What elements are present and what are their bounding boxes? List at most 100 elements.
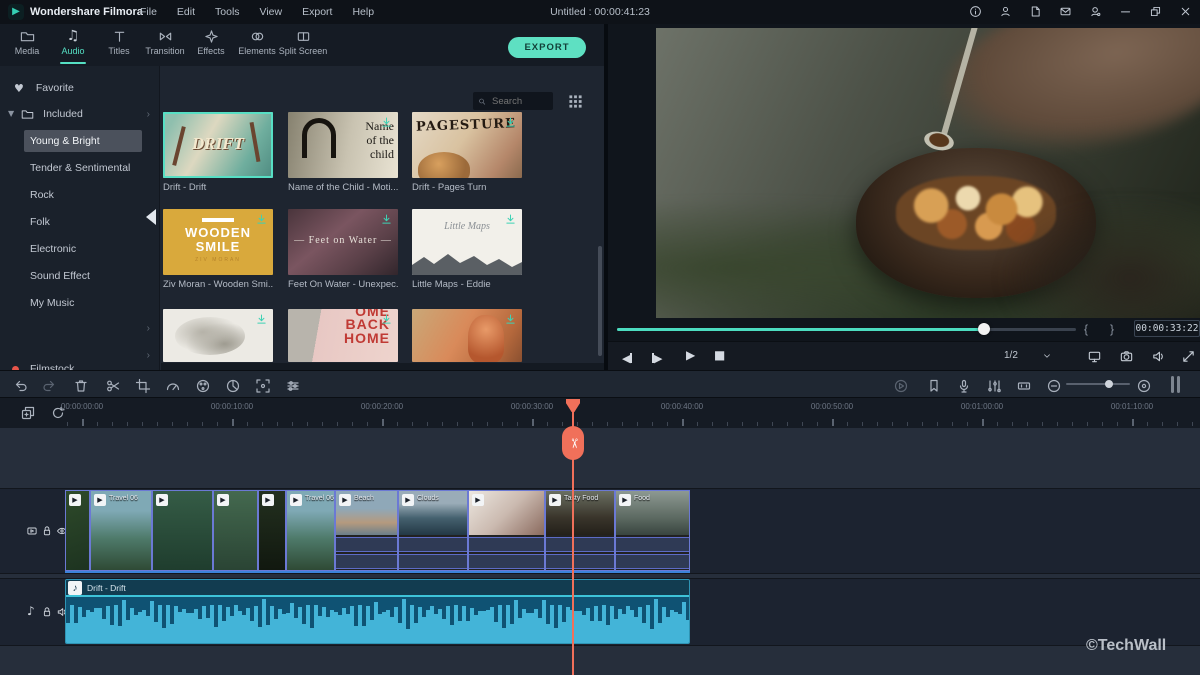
mark-out-icon[interactable]: } — [1110, 322, 1114, 336]
save-icon[interactable] — [1029, 3, 1042, 21]
video-clip-1[interactable]: ▶Travel 06 — [90, 490, 152, 571]
tab-media[interactable]: Media — [4, 24, 50, 66]
playhead-scissors-badge[interactable]: ✂ — [562, 426, 584, 460]
audio-card-1[interactable]: Nameof thechildName of the Child - Moti.… — [288, 112, 398, 193]
lock-icon[interactable] — [41, 606, 53, 618]
zoom-slider-knob[interactable] — [1105, 380, 1113, 388]
video-clip-0[interactable]: ▶ — [65, 490, 90, 571]
audio-card-5[interactable]: Little MapsLittle Maps - Eddie — [412, 209, 522, 290]
audio-clip-drift[interactable]: ♪ Drift - Drift — [65, 579, 690, 644]
info-icon[interactable] — [969, 3, 982, 21]
tab-split-screen[interactable]: Split Screen — [280, 24, 326, 66]
undo-icon[interactable] — [13, 377, 29, 393]
seek-knob[interactable] — [978, 323, 990, 335]
sidebar-item-tender-sentimental[interactable]: Tender & Sentimental — [24, 157, 142, 179]
crop-icon[interactable] — [135, 377, 151, 393]
video-clip-9[interactable]: ▶Tasty Food — [545, 490, 615, 571]
library-scrollbar[interactable] — [598, 246, 602, 356]
audio-card-0[interactable]: DRIFTDrift - Drift — [163, 112, 273, 193]
download-icon — [255, 313, 268, 326]
sidebar-item-included[interactable]: ▼ Included › — [0, 104, 160, 124]
support-icon[interactable] — [1089, 3, 1102, 21]
video-clip-10[interactable]: ▶Food — [615, 490, 690, 571]
color-icon[interactable] — [195, 377, 211, 393]
sidebar-item-sound-effect[interactable]: Sound Effect — [24, 265, 142, 287]
timeline-zoom-slider[interactable] — [1066, 383, 1130, 385]
audio-card-7[interactable]: OMEBACKHOME — [288, 309, 398, 362]
video-clip-8[interactable]: ▶ — [468, 490, 545, 571]
lock-icon[interactable] — [41, 525, 53, 537]
audio-card-4[interactable]: — Feet on Water —Feet On Water - Unexpec… — [288, 209, 398, 290]
delete-icon[interactable] — [73, 377, 89, 393]
speaker-icon[interactable] — [1151, 349, 1166, 364]
speed-icon[interactable] — [165, 377, 181, 393]
audio-card-8[interactable] — [412, 309, 522, 362]
audio-mixer-icon[interactable] — [986, 377, 1002, 393]
video-clip-4[interactable]: ▶ — [258, 490, 286, 571]
video-clip-5[interactable]: ▶Travel 06 — [286, 490, 335, 571]
video-clip-7[interactable]: ▶Clouds — [398, 490, 468, 571]
search-input[interactable] — [490, 95, 548, 108]
mark-in-icon[interactable]: { — [1084, 322, 1088, 336]
minimize-icon[interactable] — [1119, 3, 1132, 21]
tab-transition[interactable]: Transition — [142, 24, 188, 66]
video-clip-2[interactable]: ▶ — [152, 490, 213, 571]
preview-zoom-select[interactable]: 1/2 — [1004, 350, 1070, 361]
close-icon[interactable] — [1179, 3, 1192, 21]
zoom-fit-icon[interactable] — [1136, 377, 1152, 393]
render-preview-icon[interactable] — [893, 377, 909, 393]
chroma-key-icon[interactable] — [225, 377, 241, 393]
redo-icon[interactable] — [41, 377, 57, 393]
tab-elements[interactable]: Elements — [234, 24, 280, 66]
library-bottom-strip — [161, 363, 604, 370]
sidebar-item-rock[interactable]: Rock — [24, 184, 142, 206]
tab-audio[interactable]: ♫Audio — [50, 24, 96, 66]
snapshot-icon[interactable] — [1119, 349, 1134, 364]
record-voiceover-icon[interactable] — [956, 377, 972, 393]
ruler-label: 00:01:10:00 — [1111, 402, 1153, 411]
dual-monitor-icon[interactable] — [1087, 349, 1102, 364]
split-icon[interactable] — [105, 377, 121, 393]
timeline-ruler[interactable]: 00:00:00:0000:00:10:0000:00:20:0000:00:3… — [0, 398, 1200, 428]
feedback-icon[interactable] — [1059, 3, 1072, 21]
sidebar-item-folk[interactable]: Folk — [24, 211, 142, 233]
ruler-label: 00:00:40:00 — [661, 402, 703, 411]
video-track-baseline — [65, 571, 690, 573]
collapse-sidebar-handle[interactable] — [146, 209, 156, 225]
stop-icon[interactable]: ■ — [714, 349, 725, 361]
inout-icon[interactable] — [1016, 377, 1032, 393]
video-clip-3[interactable]: ▶ — [213, 490, 258, 571]
restore-icon[interactable] — [1149, 3, 1162, 21]
audio-card-6[interactable] — [163, 309, 273, 362]
account-icon[interactable] — [999, 3, 1012, 21]
sidebar-item-favorite[interactable]: ♥ Favorite — [0, 78, 160, 98]
fullscreen-icon[interactable] — [1181, 349, 1196, 364]
sidebar-item-electronic[interactable]: Electronic — [24, 238, 142, 260]
ruler-label: 00:01:00:00 — [961, 402, 1003, 411]
seek-bar[interactable] — [617, 328, 1076, 331]
ruler-label: 00:00:50:00 — [811, 402, 853, 411]
ruler-label: 00:00:30:00 — [511, 402, 553, 411]
audio-card-3[interactable]: WOODENSMILEZIV MORANZiv Moran - Wooden S… — [163, 209, 273, 290]
mark-icon[interactable] — [926, 377, 942, 393]
play-icon[interactable]: ▶ — [686, 349, 695, 361]
next-frame-icon[interactable]: ▶ — [652, 349, 662, 367]
sidebar-item-young-bright[interactable]: Young & Bright — [24, 130, 142, 152]
grid-view-icon[interactable] — [568, 94, 583, 109]
motion-track-icon[interactable] — [255, 377, 271, 393]
sidebar-item-my-music[interactable]: My Music — [24, 292, 142, 314]
preview-video[interactable] — [656, 28, 1200, 318]
music-note-icon[interactable]: ♪ — [27, 605, 39, 617]
selected-border — [163, 112, 273, 178]
zoom-out-icon[interactable] — [1046, 377, 1062, 393]
video-clip-icon[interactable] — [26, 525, 38, 537]
previous-frame-icon[interactable]: ◀ — [622, 349, 632, 367]
video-clip-6[interactable]: ▶Beach — [335, 490, 398, 571]
audio-card-2[interactable]: PAGESTUREDrift - Pages Turn — [412, 112, 522, 193]
adjust-icon[interactable] — [285, 377, 301, 393]
manage-tracks-icon[interactable] — [20, 405, 36, 421]
timeline-vscroll[interactable] — [1171, 376, 1182, 393]
tab-titles[interactable]: Titles — [96, 24, 142, 66]
tab-effects[interactable]: Effects — [188, 24, 234, 66]
export-button[interactable]: EXPORT — [508, 37, 586, 58]
